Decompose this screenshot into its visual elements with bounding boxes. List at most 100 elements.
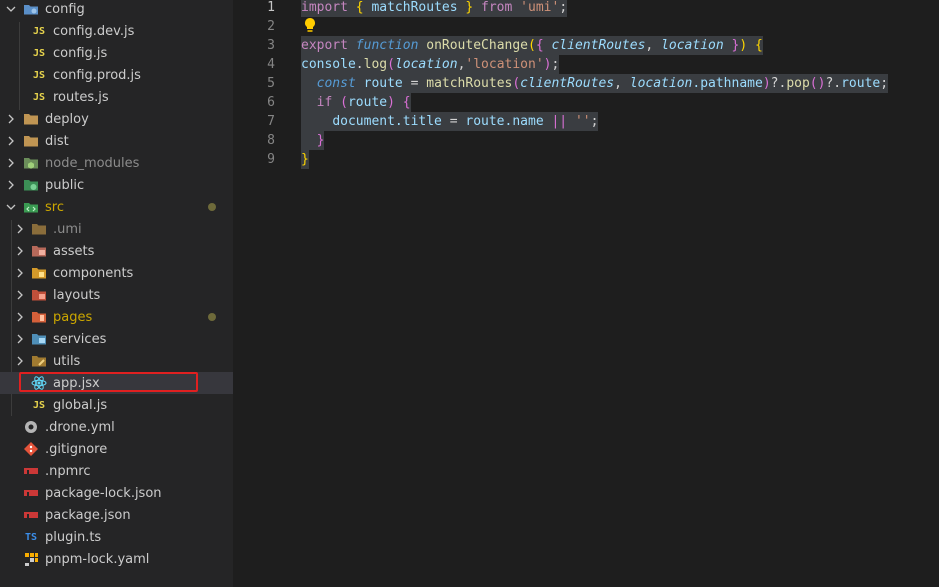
lightbulb-icon[interactable]	[303, 17, 317, 33]
selection-highlight	[19, 372, 198, 392]
tree-label: global.js	[53, 397, 108, 413]
tree-folder-deploy[interactable]: deploy	[0, 108, 233, 130]
tree-label: plugin.ts	[45, 529, 102, 545]
folder-src-icon	[23, 199, 39, 215]
code-line-7: document.title = route.name || '';	[301, 112, 599, 131]
js-file-icon: JS	[32, 47, 46, 59]
folder-services-icon	[31, 331, 47, 347]
chevron-right-icon	[15, 312, 25, 322]
tree-label: .gitignore	[45, 441, 108, 457]
tree-label: config	[45, 1, 85, 17]
tree-label: utils	[53, 353, 81, 369]
tree-file-config[interactable]: JS config.js	[0, 42, 233, 64]
pnpm-icon	[23, 551, 39, 567]
tree-file-routes[interactable]: JS routes.js	[0, 86, 233, 108]
chevron-right-icon	[15, 290, 25, 300]
tree-label: dist	[45, 133, 69, 149]
tree-label: assets	[53, 243, 95, 259]
tree-label: routes.js	[53, 89, 109, 105]
js-file-icon: JS	[32, 91, 46, 103]
line-number: 3	[267, 38, 275, 53]
tree-folder-config[interactable]: config	[0, 0, 233, 20]
chevron-right-icon	[6, 114, 16, 124]
chevron-right-icon	[6, 136, 16, 146]
tree-file-plugin-ts[interactable]: TS plugin.ts	[0, 526, 233, 548]
tree-folder-utils[interactable]: utils	[0, 350, 233, 372]
line-number: 4	[267, 57, 275, 72]
folder-icon	[23, 111, 39, 127]
code-line-4: console.log(location,'location');	[301, 55, 560, 74]
tree-label: .umi	[53, 221, 82, 237]
tree-folder-layouts[interactable]: layouts	[0, 284, 233, 306]
code-editor[interactable]: 1 2 3 4 5 6 7 8 9 import { matchRoutes }…	[233, 0, 939, 587]
file-explorer: config JS config.dev.js JS config.js JS …	[0, 0, 233, 587]
tree-file-pnpm-lock[interactable]: pnpm-lock.yaml	[0, 548, 233, 570]
tree-label: deploy	[45, 111, 89, 127]
folder-pages-icon	[31, 309, 47, 325]
line-number: 7	[267, 114, 275, 129]
tree-file-package-lock[interactable]: package-lock.json	[0, 482, 233, 504]
tree-label: .drone.yml	[45, 419, 115, 435]
tree-folder-umi[interactable]: .umi	[0, 218, 233, 240]
tree-folder-dist[interactable]: dist	[0, 130, 233, 152]
chevron-down-icon	[6, 202, 16, 212]
line-number: 5	[267, 76, 275, 91]
npm-icon	[23, 463, 39, 479]
code-line-9: }	[301, 150, 309, 169]
tree-label: public	[45, 177, 85, 193]
line-number: 1	[267, 0, 275, 15]
git-icon	[23, 441, 39, 457]
tree-folder-public[interactable]: public	[0, 174, 233, 196]
folder-public-icon	[23, 177, 39, 193]
tree-folder-src[interactable]: src	[0, 196, 233, 218]
line-number: 2	[267, 19, 275, 34]
tree-file-config-dev[interactable]: JS config.dev.js	[0, 20, 233, 42]
code-line-8: }	[301, 131, 325, 150]
folder-icon	[31, 221, 47, 237]
tree-label: src	[45, 199, 64, 215]
npm-icon	[23, 485, 39, 501]
tree-folder-services[interactable]: services	[0, 328, 233, 350]
folder-utils-icon	[31, 353, 47, 369]
js-file-icon: JS	[32, 69, 46, 81]
tree-folder-components[interactable]: components	[0, 262, 233, 284]
tree-folder-node-modules[interactable]: node_modules	[0, 152, 233, 174]
chevron-right-icon	[15, 334, 25, 344]
chevron-right-icon	[6, 158, 16, 168]
drone-icon	[23, 419, 39, 435]
tree-file-package-json[interactable]: package.json	[0, 504, 233, 526]
chevron-right-icon	[15, 224, 25, 234]
tree-file-npmrc[interactable]: .npmrc	[0, 460, 233, 482]
chevron-right-icon	[6, 180, 16, 190]
chevron-right-icon	[15, 356, 25, 366]
code-line-1: import { matchRoutes } from 'umi';	[301, 0, 568, 17]
tree-file-global[interactable]: JS global.js	[0, 394, 233, 416]
tree-file-drone[interactable]: .drone.yml	[0, 416, 233, 438]
line-number: 6	[267, 95, 275, 110]
code-line-6: if (route) {	[301, 93, 411, 112]
tree-label: services	[53, 331, 107, 347]
code-line-3: export function onRouteChange({ clientRo…	[301, 36, 763, 55]
folder-components-icon	[31, 265, 47, 281]
tree-label: layouts	[53, 287, 101, 303]
modified-dot	[208, 313, 216, 321]
folder-icon	[23, 133, 39, 149]
tree-label: node_modules	[45, 155, 140, 171]
tree-file-config-prod[interactable]: JS config.prod.js	[0, 64, 233, 86]
modified-dot	[208, 203, 216, 211]
folder-layouts-icon	[31, 287, 47, 303]
tree-label: package-lock.json	[45, 485, 162, 501]
chevron-right-icon	[15, 246, 25, 256]
tree-folder-pages[interactable]: pages	[0, 306, 233, 328]
tree-file-gitignore[interactable]: .gitignore	[0, 438, 233, 460]
tree-label: config.dev.js	[53, 23, 135, 39]
folder-assets-icon	[31, 243, 47, 259]
tree-label: components	[53, 265, 134, 281]
folder-config-icon	[23, 1, 39, 17]
js-file-icon: JS	[32, 399, 46, 411]
chevron-right-icon	[15, 268, 25, 278]
tree-label: .npmrc	[45, 463, 91, 479]
tree-label: pnpm-lock.yaml	[45, 551, 150, 567]
tree-folder-assets[interactable]: assets	[0, 240, 233, 262]
ts-file-icon: TS	[24, 531, 38, 543]
